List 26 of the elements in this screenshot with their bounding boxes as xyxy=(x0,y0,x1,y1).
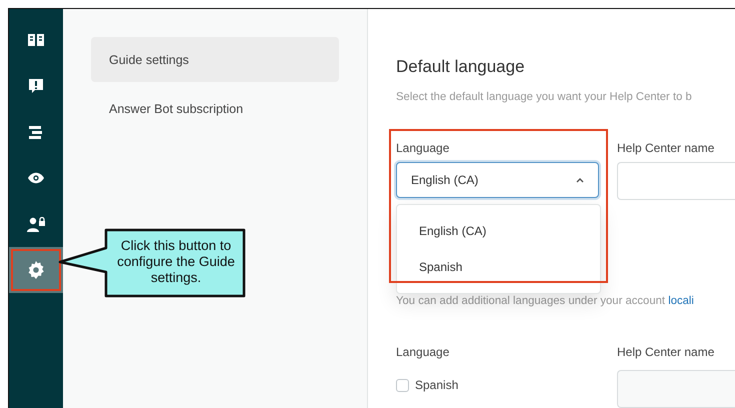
field-label: Help Center name xyxy=(617,141,716,155)
book-icon xyxy=(27,33,45,47)
dropdown-option[interactable]: English (CA) xyxy=(397,213,600,249)
note-text: You can add additional languages under your account locali xyxy=(396,295,695,307)
checkbox[interactable] xyxy=(396,378,409,392)
field-label: Language xyxy=(396,141,450,155)
user-lock-icon xyxy=(27,216,45,232)
language-select[interactable]: English (CA) xyxy=(396,162,599,198)
field-label: Help Center name xyxy=(617,345,716,359)
checkbox-label: Spanish xyxy=(415,378,458,392)
eye-icon xyxy=(27,172,45,184)
help-center-name-field[interactable] xyxy=(617,370,735,408)
callout-text: Click this button to configure the Guide settings. xyxy=(116,238,236,286)
caret-icon xyxy=(576,178,584,182)
field-label: Language xyxy=(396,345,450,359)
alert-icon xyxy=(28,78,44,94)
nav-item[interactable]: Answer Bot subscription xyxy=(91,86,339,131)
settings-icon xyxy=(27,261,45,279)
nav-item[interactable]: Guide settings xyxy=(91,37,339,82)
language-checkbox[interactable]: Spanish xyxy=(396,378,599,392)
localization-link[interactable]: locali xyxy=(668,295,694,307)
lines-icon xyxy=(28,125,44,139)
section-description: Select the default language you want your Help Center to b xyxy=(396,91,693,103)
section-title: Default language xyxy=(396,57,526,77)
help-center-name-field[interactable] xyxy=(617,162,735,200)
dropdown-option[interactable]: Spanish xyxy=(397,249,600,285)
